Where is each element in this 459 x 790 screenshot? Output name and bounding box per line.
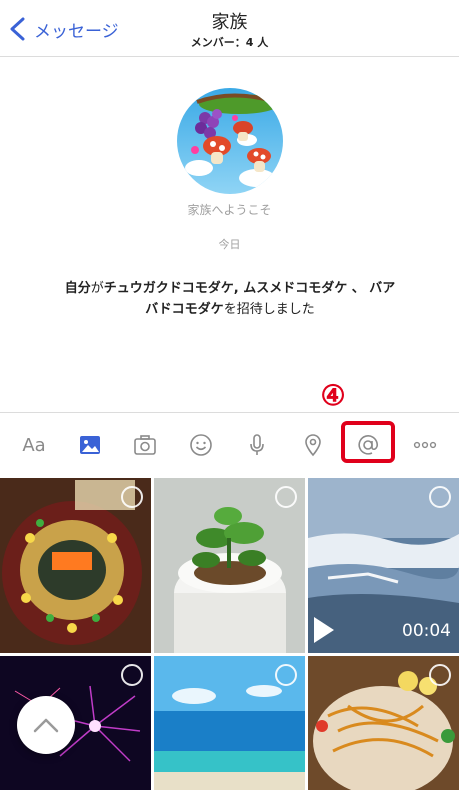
text-input-button[interactable]: Aa (18, 429, 50, 461)
video-duration: 00:04 (402, 621, 451, 641)
location-pin-icon (305, 434, 321, 457)
location-button[interactable] (297, 429, 329, 461)
select-circle[interactable] (275, 664, 297, 686)
emoji-button[interactable] (185, 429, 217, 461)
play-icon (314, 617, 334, 643)
invite-action: を招待しました (223, 302, 315, 317)
welcome-text: 家族へようこそ (187, 203, 272, 217)
camera-button[interactable] (129, 429, 161, 461)
chevron-up-icon (33, 718, 59, 733)
group-avatar[interactable] (177, 88, 283, 194)
smiley-icon (190, 434, 212, 456)
system-invite-message: 自分がチュウガクドコモダケ, ムスメドコモダケ 、 バアバドコモダケを招待しまし… (60, 278, 400, 320)
voice-button[interactable] (241, 429, 273, 461)
image-icon (80, 436, 100, 454)
inviter-name: 自分 (64, 281, 91, 296)
select-circle[interactable] (429, 664, 451, 686)
select-circle[interactable] (121, 486, 143, 508)
more-dots-icon (413, 441, 437, 449)
camera-icon (134, 435, 156, 455)
photo-thumbnail[interactable] (154, 656, 305, 790)
page-title: 家族 (211, 12, 248, 33)
photo-grid: 00:04 (0, 478, 459, 790)
select-circle[interactable] (275, 486, 297, 508)
video-thumbnail[interactable]: 00:04 (308, 478, 459, 653)
scroll-up-button[interactable] (17, 696, 75, 754)
photo-thumbnail[interactable] (0, 478, 151, 653)
microphone-icon (250, 434, 264, 455)
date-separator: 今日 (218, 238, 241, 251)
image-button[interactable] (74, 429, 106, 461)
select-circle[interactable] (121, 664, 143, 686)
member-count: メンバー：4 人 (190, 36, 269, 49)
text-mode-label: Aa (22, 434, 46, 456)
header: メッセージ 家族 メンバー：4 人 (0, 0, 459, 57)
more-button[interactable] (409, 429, 441, 461)
select-circle[interactable] (429, 486, 451, 508)
step-marker: ④ (320, 378, 346, 412)
invite-particle: が (90, 281, 104, 296)
photo-thumbnail[interactable] (154, 478, 305, 653)
photo-thumbnail[interactable] (308, 656, 459, 790)
mention-highlight-box (341, 421, 395, 463)
